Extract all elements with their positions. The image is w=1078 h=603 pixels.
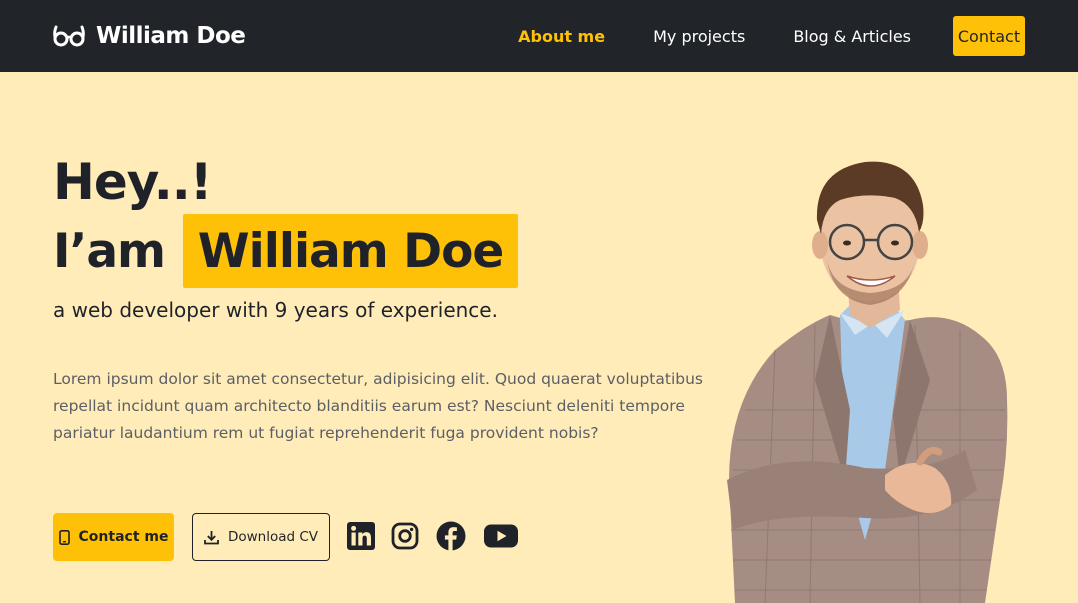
youtube-link[interactable] <box>484 521 518 551</box>
linkedin-icon <box>347 522 375 550</box>
brand-logo-link[interactable]: William Doe <box>52 20 246 52</box>
glasses-icon <box>53 25 85 47</box>
hero-name-highlight: William Doe <box>183 214 519 288</box>
hero-intro: I’am <box>53 223 166 279</box>
brand-name: William Doe <box>96 23 246 49</box>
download-cv-button[interactable]: Download CV <box>192 513 330 561</box>
hero-heading: I’am William Doe <box>53 214 519 288</box>
nav-link-about-me[interactable]: About me <box>518 27 605 46</box>
top-navbar: William Doe About me My projects Blog & … <box>0 0 1078 72</box>
profile-photo <box>727 161 1008 603</box>
facebook-link[interactable] <box>436 521 466 551</box>
instagram-link[interactable] <box>391 521 419 551</box>
hero-subtitle: a web developer with 9 years of experien… <box>53 298 498 322</box>
hero-description: Lorem ipsum dolor sit amet consectetur, … <box>53 370 703 442</box>
youtube-icon <box>484 524 518 548</box>
hero-greeting: Hey..! <box>53 153 213 211</box>
nav-link-blog-articles[interactable]: Blog & Articles <box>793 27 911 46</box>
phone-icon <box>58 529 70 545</box>
instagram-icon <box>391 522 419 550</box>
nav-links: About me My projects Blog & Articles Con… <box>470 16 1025 56</box>
contact-me-button[interactable]: Contact me <box>53 513 174 561</box>
download-cv-label: Download CV <box>227 529 319 545</box>
nav-contact-button[interactable]: Contact <box>953 16 1025 56</box>
download-icon <box>204 530 219 544</box>
nav-link-my-projects[interactable]: My projects <box>653 27 745 46</box>
contact-me-label: Contact me <box>78 529 169 545</box>
linkedin-link[interactable] <box>347 521 375 551</box>
facebook-icon <box>436 521 466 551</box>
